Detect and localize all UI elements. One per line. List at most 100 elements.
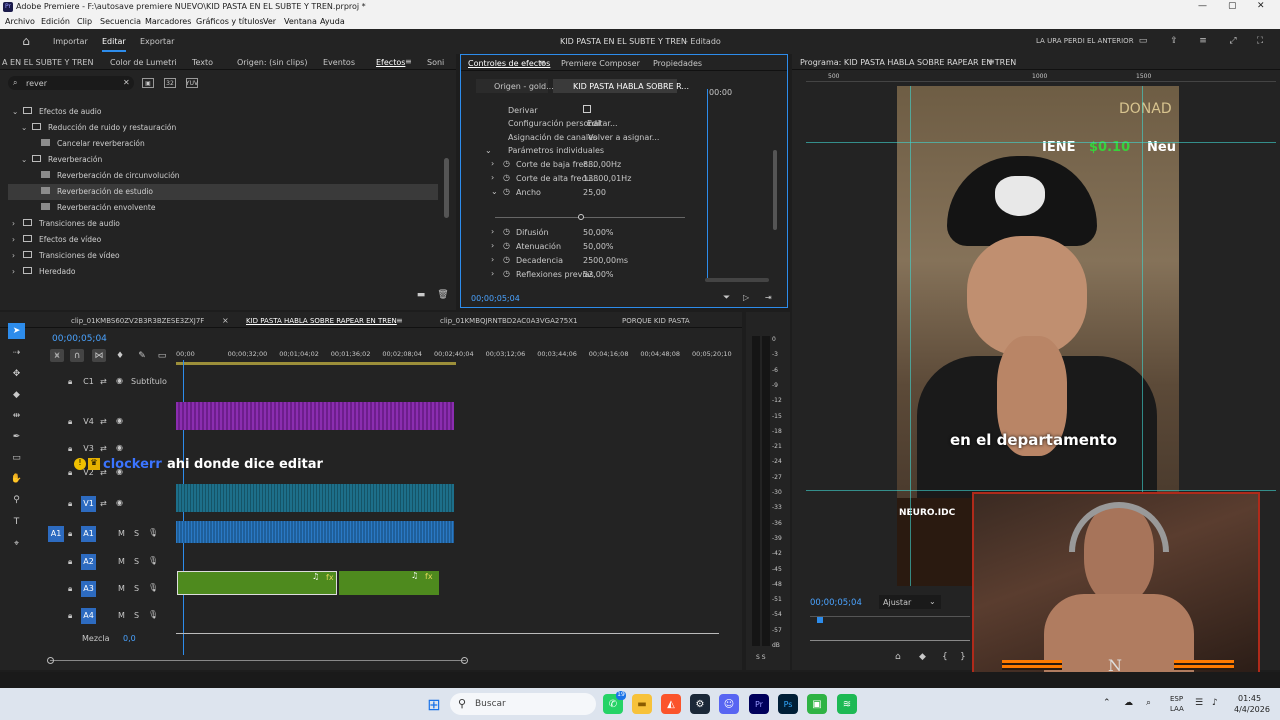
home-icon[interactable]: ⌂ [19,34,33,48]
mic-icon[interactable]: 🎙︎ [148,556,158,565]
caption-tool-icon[interactable]: ⌖ [8,536,25,552]
sync-icon[interactable]: ⇄ [100,499,107,508]
lock-icon[interactable]: 🔒︎ [68,584,72,594]
menu-graficos[interactable]: Gráficos y títulos [196,17,264,26]
source-patch-a1[interactable]: A1 [48,526,64,542]
lang-label-2[interactable]: LAA [1170,705,1184,713]
param-row[interactable]: › ◷ Decadencia 2500,00ms [491,255,691,267]
pen-icon[interactable]: ✒ [8,429,25,445]
timeline-hscroll[interactable] [50,660,466,661]
param-row[interactable]: › ◷ Difusión 50,00% [491,227,691,239]
program-timecode[interactable]: 00;00;05;04 [810,598,862,608]
fullscreen-icon[interactable]: ⛶ [1254,35,1266,47]
steam-icon[interactable]: ⚙ [690,694,710,714]
clip-v1[interactable] [176,484,454,512]
param-row[interactable]: › ◷ Atenuación 50,00% [491,241,691,253]
tree-item[interactable]: ⌄ Efectos de audio [8,104,438,120]
add-marker-icon[interactable]: ♦ [114,349,126,362]
accelerated-effects-icon[interactable]: ▣ [142,78,154,88]
mute-button[interactable]: M [118,529,125,538]
edit-button[interactable]: Editar... [587,119,618,128]
track-target[interactable]: A2 [81,554,96,570]
track-header-v3[interactable]: 🔒︎ V3 ⇄ ◉ [48,443,174,457]
chevron-right-icon[interactable]: › [12,251,15,260]
track-header-a2[interactable]: 🔒︎ A2 M S 🎙︎ [48,554,174,570]
chevron-right-icon[interactable]: › [12,235,15,244]
new-folder-icon[interactable]: ▬ [415,289,427,301]
panel-icon[interactable]: ▭ [1137,35,1149,47]
workspace-label[interactable]: LA URA PERDI EL ANTERIOR [1036,37,1134,45]
track-target[interactable]: C1 [81,374,96,390]
tree-item[interactable]: Reverberación envolvente [8,200,438,216]
tree-scrollbar[interactable] [444,158,449,218]
lang-label[interactable]: ESP [1170,695,1183,703]
menu-ayuda[interactable]: Ayuda [320,17,345,26]
mix-value[interactable]: 0,0 [123,634,136,643]
sync-icon[interactable]: ⇄ [100,417,107,426]
tab-importar[interactable]: Importar [53,37,88,46]
param-value[interactable]: 13800,01Hz [583,174,631,183]
eye-icon[interactable]: ◉ [116,498,123,507]
type-tool-icon[interactable]: T [8,514,25,530]
razor-icon[interactable]: ◆ [8,387,25,403]
stopwatch-icon[interactable]: ◷ [503,159,510,168]
tree-item[interactable]: ⌄ Reverberación [8,152,438,168]
mute-button[interactable]: M [118,584,125,593]
tree-item[interactable]: › Heredado [8,264,438,280]
mute-button[interactable]: M [118,557,125,566]
panel-menu-icon[interactable]: ≡ [405,57,412,66]
chevron-down-icon[interactable]: ⌄ [12,107,18,116]
param-value[interactable]: 25,00 [583,188,606,197]
track-header-v4[interactable]: 🔒︎ V4 ⇄ ◉ [48,416,174,430]
hscroll-right-handle[interactable] [461,657,468,664]
tree-item[interactable]: › Efectos de vídeo [8,232,438,248]
clock-time[interactable]: 01:45 [1238,694,1261,703]
chevron-right-icon[interactable]: › [12,219,15,228]
track-target[interactable]: A1 [81,526,96,542]
tab-origen[interactable]: Origen: (sin clips) [237,58,307,67]
rectangle-icon[interactable]: ▭ [8,450,25,466]
chevron-down-icon[interactable]: ⌄ [21,155,27,164]
track-target[interactable]: A3 [81,581,96,597]
tab-texto[interactable]: Texto [192,58,213,67]
lock-icon[interactable]: 🔒︎ [68,611,72,621]
tray-app-icon[interactable]: ☁ [1124,698,1133,708]
track-header-a3[interactable]: 🔒︎ A3 M S 🎙︎ [48,581,174,597]
eye-icon[interactable]: ◉ [116,416,123,425]
chevron-right-icon[interactable]: › [491,269,494,278]
tab-main-sequence[interactable]: KID PASTA HABLA SOBRE RAPEAR EN TREN [246,317,397,325]
export-icon[interactable]: ⇥ [765,293,772,302]
stopwatch-icon[interactable]: ◷ [503,227,510,236]
zoom-tool-icon[interactable]: ⚲ [8,492,25,508]
hscroll-left-handle[interactable] [47,657,54,664]
param-row[interactable]: ⌄ ◷ Ancho 25,00 [491,187,691,199]
file-explorer-icon[interactable]: ▬ [632,694,652,714]
lock-icon[interactable]: 🔒︎ [68,499,72,509]
track-header-a1[interactable]: A1 🔒︎ A1 M S 🎙︎ [48,526,174,542]
filter-icon[interactable]: ⏷ [723,293,730,303]
tree-item[interactable]: ⌄ Reducción de ruido y restauración [8,120,438,136]
program-menu-icon[interactable]: ≡ [988,57,995,66]
brace-out-icon[interactable]: } [960,652,966,662]
chevron-down-icon[interactable]: ⌄ [21,123,27,132]
tab-propiedades[interactable]: Propiedades [653,59,702,68]
insert-tool-icon[interactable]: ⩙ [50,349,64,362]
program-playhead-icon[interactable] [817,617,823,623]
clip-v4[interactable] [176,402,454,430]
ec-menu-icon[interactable]: ≡ [539,58,546,67]
stopwatch-icon[interactable]: ◷ [503,173,510,182]
play-audio-icon[interactable]: ▷ [743,293,749,302]
param-row[interactable]: › ◷ Reflexiones previas 52,00% [491,269,691,281]
taskbar-search[interactable]: ⚲ Buscar [450,693,596,715]
ancho-slider-knob[interactable] [577,214,584,220]
tab-close-icon[interactable]: × [222,316,229,325]
track-target[interactable]: A4 [81,608,96,624]
snap-icon[interactable]: ∩ [70,349,84,362]
sequence-tab[interactable]: KID PASTA HABLA SOBRE R... [553,79,689,93]
clip-a1[interactable] [176,521,454,543]
chevron-right-icon[interactable]: › [491,227,494,236]
track-target[interactable]: V4 [81,414,96,430]
premiere-taskbar-icon[interactable]: Pr [749,694,769,714]
32bit-effects-icon[interactable]: 32 [164,78,176,88]
menu-marcadores[interactable]: Marcadores [145,17,191,26]
